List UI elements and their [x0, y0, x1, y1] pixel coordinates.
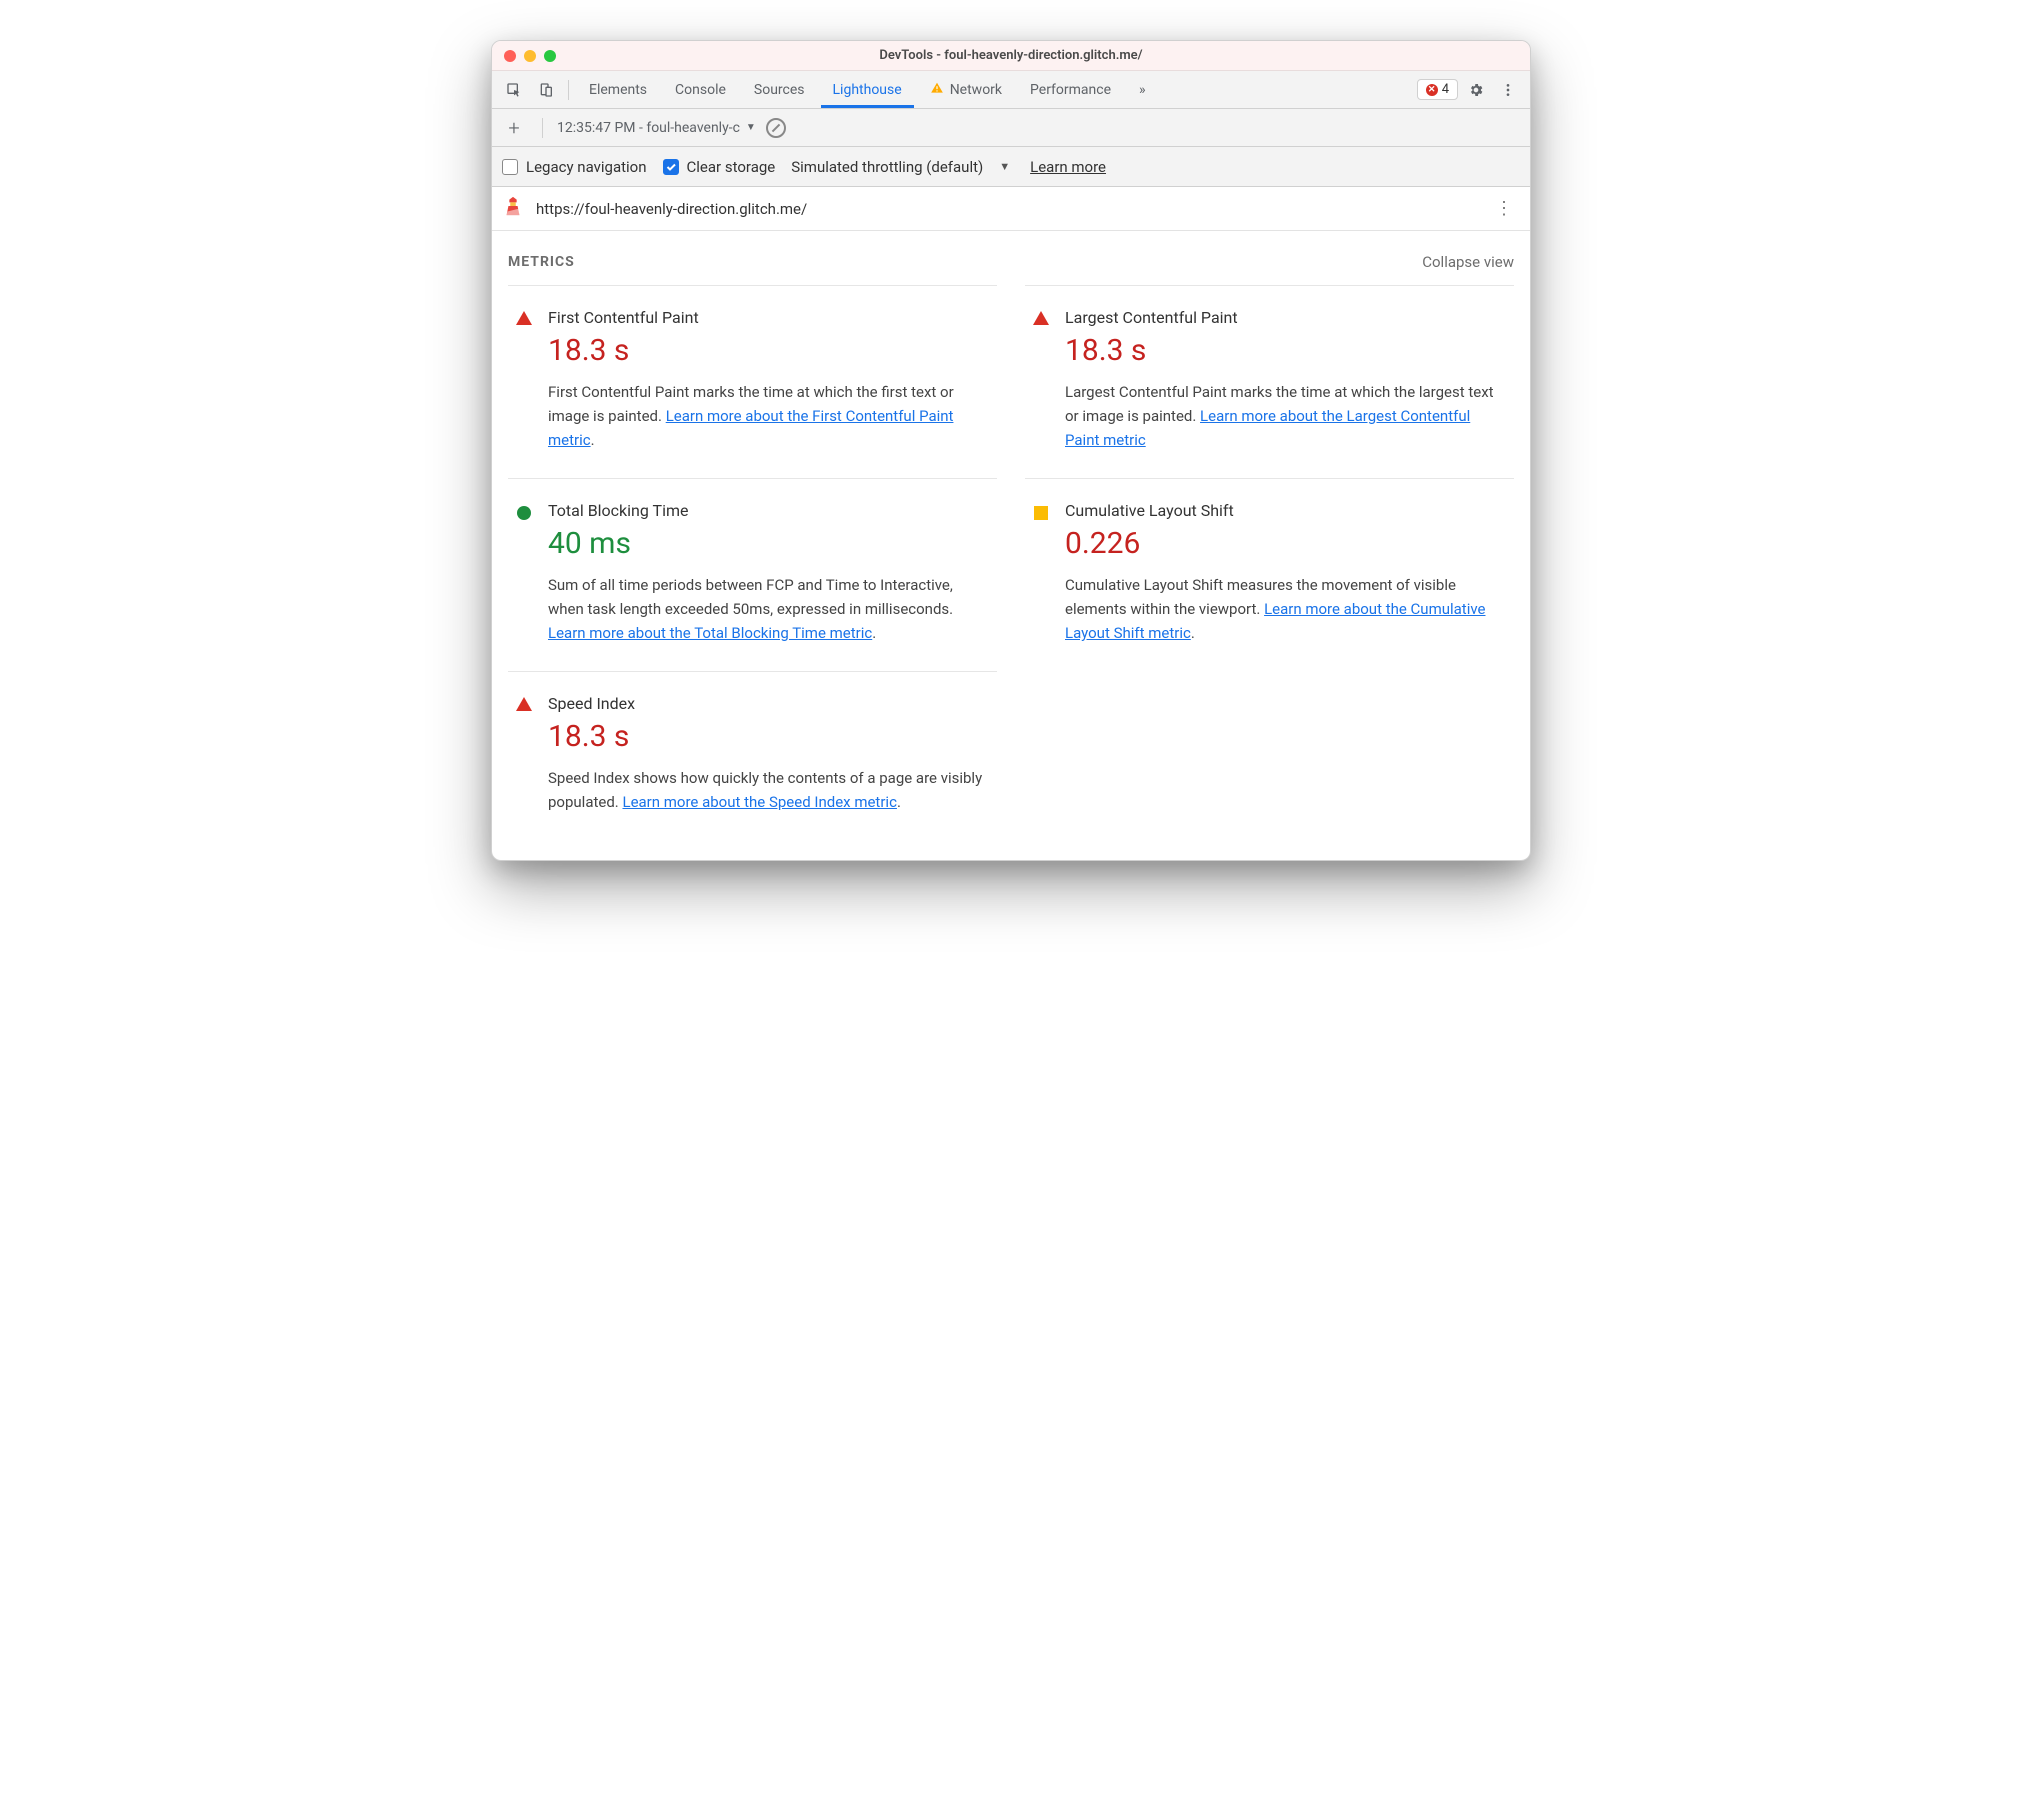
legacy-navigation-checkbox[interactable]: Legacy navigation — [502, 158, 647, 176]
clear-storage-checkbox[interactable]: Clear storage — [663, 158, 776, 176]
checkbox-checked-icon — [663, 159, 679, 175]
fail-icon — [514, 308, 534, 452]
tab-label: Network — [950, 82, 1002, 98]
report-kebab-menu[interactable]: ⋮ — [1489, 198, 1520, 219]
metric-description: Largest Contentful Paint marks the time … — [1065, 380, 1508, 452]
lighthouse-toolbar: + 12:35:47 PM - foul-heavenly-c ▼ — [492, 109, 1530, 147]
metric-speed-index: Speed Index 18.3 s Speed Index shows how… — [508, 671, 997, 840]
metric-cls: Cumulative Layout Shift 0.226 Cumulative… — [1025, 478, 1514, 671]
devtools-window: DevTools - foul-heavenly-direction.glitc… — [491, 40, 1531, 861]
tab-console[interactable]: Console — [663, 71, 738, 108]
metric-description: Speed Index shows how quickly the conten… — [548, 766, 991, 814]
metric-tbt: Total Blocking Time 40 ms Sum of all tim… — [508, 478, 997, 671]
new-report-button[interactable]: + — [500, 114, 528, 142]
inspect-element-icon[interactable] — [500, 76, 528, 104]
legacy-nav-label: Legacy navigation — [526, 158, 647, 176]
chevron-down-icon: ▼ — [746, 122, 756, 133]
close-window-button[interactable] — [504, 50, 516, 62]
settings-icon[interactable] — [1462, 76, 1490, 104]
chevron-down-icon[interactable]: ▼ — [999, 160, 1010, 173]
learn-more-link[interactable]: Learn more — [1030, 158, 1106, 176]
checkbox-unchecked-icon — [502, 159, 518, 175]
divider — [542, 118, 543, 138]
metric-description: First Contentful Paint marks the time at… — [548, 380, 991, 452]
more-icon: » — [1139, 82, 1146, 98]
report-selector[interactable]: 12:35:47 PM - foul-heavenly-c ▼ — [557, 120, 756, 136]
metrics-title: METRICS — [508, 254, 575, 270]
kebab-menu-icon[interactable] — [1494, 76, 1522, 104]
collapse-view-link[interactable]: Collapse view — [1422, 253, 1514, 271]
device-toggle-icon[interactable] — [532, 76, 560, 104]
metric-description: Cumulative Layout Shift measures the mov… — [1065, 573, 1508, 645]
window-title: DevTools - foul-heavenly-direction.glitc… — [492, 48, 1530, 63]
tab-sources[interactable]: Sources — [742, 71, 817, 108]
tab-performance[interactable]: Performance — [1018, 71, 1123, 108]
error-icon: ✕ — [1426, 84, 1438, 96]
metric-learn-more-link[interactable]: Learn more about the Speed Index metric — [622, 793, 896, 811]
lighthouse-icon — [502, 195, 524, 222]
pass-icon — [514, 501, 534, 645]
metric-value: 0.226 — [1065, 526, 1508, 561]
tab-elements[interactable]: Elements — [577, 71, 659, 108]
metrics-grid: First Contentful Paint 18.3 s First Cont… — [492, 285, 1530, 860]
clear-storage-label: Clear storage — [687, 158, 776, 176]
metric-description: Sum of all time periods between FCP and … — [548, 573, 991, 645]
maximize-window-button[interactable] — [544, 50, 556, 62]
divider — [568, 80, 569, 100]
fail-icon — [1031, 308, 1051, 452]
tab-label: Sources — [754, 82, 805, 98]
devtools-tabs-bar: Elements Console Sources Lighthouse Netw… — [492, 71, 1530, 109]
metric-name: Total Blocking Time — [548, 501, 991, 520]
titlebar: DevTools - foul-heavenly-direction.glitc… — [492, 41, 1530, 71]
clear-icon[interactable] — [766, 118, 786, 138]
metric-name: First Contentful Paint — [548, 308, 991, 327]
metric-name: Cumulative Layout Shift — [1065, 501, 1508, 520]
fail-icon — [514, 694, 534, 814]
metric-lcp: Largest Contentful Paint 18.3 s Largest … — [1025, 285, 1514, 478]
error-count: 4 — [1442, 82, 1449, 97]
metrics-header: METRICS Collapse view — [492, 231, 1530, 285]
tab-label: Performance — [1030, 82, 1111, 98]
warning-icon — [930, 81, 944, 99]
metric-value: 18.3 s — [1065, 333, 1508, 368]
metric-learn-more-link[interactable]: Learn more about the Total Blocking Time… — [548, 624, 872, 642]
average-icon — [1031, 501, 1051, 645]
tab-network[interactable]: Network — [918, 71, 1014, 108]
metric-name: Largest Contentful Paint — [1065, 308, 1508, 327]
tab-label: Console — [675, 82, 726, 98]
error-count-badge[interactable]: ✕ 4 — [1417, 79, 1458, 100]
metric-value: 18.3 s — [548, 333, 991, 368]
traffic-lights — [504, 50, 556, 62]
metric-value: 18.3 s — [548, 719, 991, 754]
report-url-bar: https://foul-heavenly-direction.glitch.m… — [492, 187, 1530, 231]
tab-label: Lighthouse — [833, 82, 902, 98]
minimize-window-button[interactable] — [524, 50, 536, 62]
metric-fcp: First Contentful Paint 18.3 s First Cont… — [508, 285, 997, 478]
tabs-overflow[interactable]: » — [1127, 71, 1158, 108]
metric-name: Speed Index — [548, 694, 991, 713]
throttling-label: Simulated throttling (default) — [791, 158, 983, 176]
report-label: 12:35:47 PM - foul-heavenly-c — [557, 120, 740, 136]
report-url: https://foul-heavenly-direction.glitch.m… — [536, 200, 807, 218]
tab-label: Elements — [589, 82, 647, 98]
lighthouse-settings-bar: Legacy navigation Clear storage Simulate… — [492, 147, 1530, 187]
tab-lighthouse[interactable]: Lighthouse — [821, 71, 914, 108]
metric-value: 40 ms — [548, 526, 991, 561]
